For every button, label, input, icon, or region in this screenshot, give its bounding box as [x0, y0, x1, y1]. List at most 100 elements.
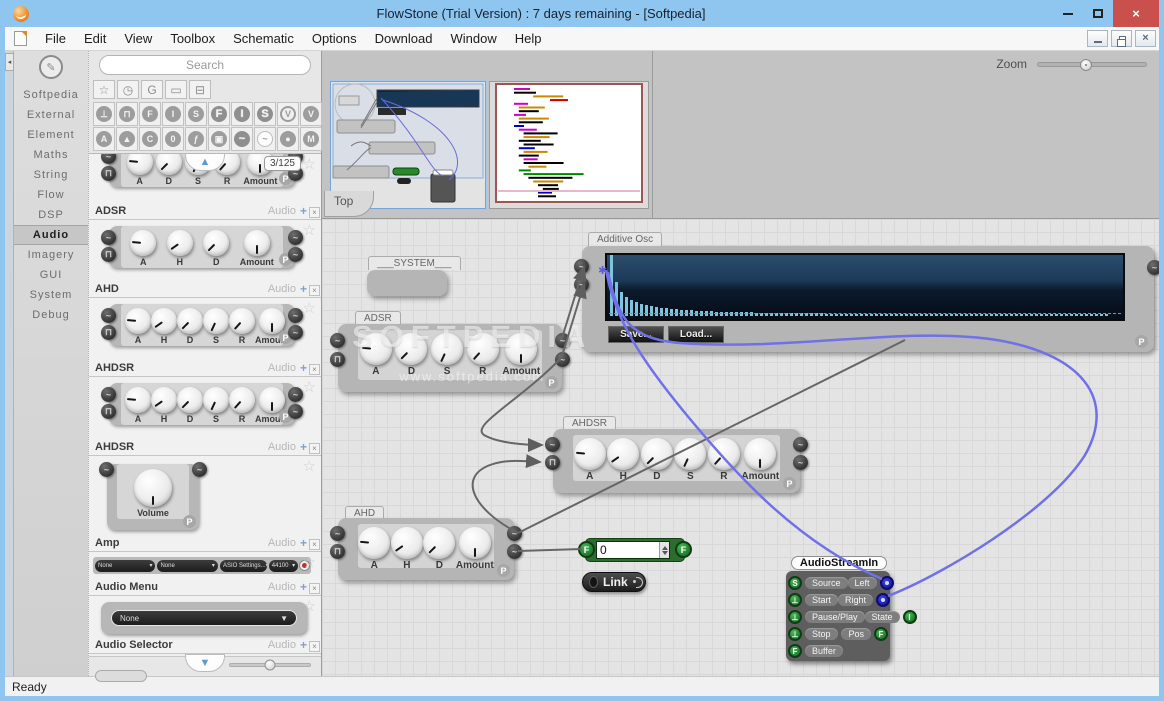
trigger-icon[interactable]: ⊥	[93, 102, 115, 126]
float-value-box[interactable]: F 0 F	[585, 538, 685, 562]
module-icon[interactable]: ▭	[165, 80, 187, 99]
wave-output-icon[interactable]: ~	[1147, 260, 1159, 275]
favourite-star-icon[interactable]: ☆	[303, 299, 316, 317]
close-button[interactable]: ×	[1113, 0, 1159, 27]
maximize-button[interactable]	[1083, 3, 1113, 24]
s-knob[interactable]	[431, 333, 463, 365]
h-knob[interactable]	[167, 230, 193, 256]
wave-selected-icon[interactable]: ~	[254, 127, 276, 151]
search-input[interactable]	[99, 55, 311, 75]
a-knob[interactable]	[130, 230, 156, 256]
wave-output-icon[interactable]: ~	[793, 437, 808, 452]
minimize-button[interactable]	[1053, 3, 1083, 24]
add-component-icon[interactable]: +	[300, 580, 307, 594]
wave-output-icon[interactable]: ~	[555, 352, 570, 367]
audiostreamin-title[interactable]: AudioStreamIn	[791, 556, 887, 570]
zoom-slider-thumb[interactable]	[1080, 59, 1092, 71]
menu-download[interactable]: Download	[366, 28, 442, 49]
a-knob[interactable]	[125, 387, 151, 413]
menu-window[interactable]: Window	[441, 28, 505, 49]
properties-badge[interactable]: P	[497, 564, 510, 577]
menu-schematic[interactable]: Schematic	[224, 28, 303, 49]
properties-badge[interactable]: P	[545, 376, 558, 389]
adsr-module-title[interactable]: ADSR	[355, 311, 401, 325]
amount-knob[interactable]	[259, 308, 285, 334]
amount-knob[interactable]	[744, 438, 776, 470]
wave-input-icon[interactable]: ~	[574, 259, 589, 274]
a-knob[interactable]	[127, 154, 153, 175]
sidebar-item-imagery[interactable]: Imagery	[14, 245, 88, 265]
pulse-input-icon[interactable]: ⊓	[545, 455, 560, 470]
source-input-icon[interactable]: S	[788, 576, 802, 590]
state-output-icon[interactable]: I	[903, 610, 917, 624]
add-component-icon[interactable]: +	[300, 204, 307, 218]
favourite-star-icon[interactable]: ☆	[303, 553, 316, 571]
remove-item-icon[interactable]: ×	[309, 539, 320, 550]
d-knob[interactable]	[641, 438, 673, 470]
r-knob[interactable]	[708, 438, 740, 470]
d-knob[interactable]	[177, 308, 203, 334]
right-output-icon[interactable]	[876, 593, 890, 607]
ahd-module[interactable]: ~ ⊓ ~ ~ AHDAmount P	[338, 518, 514, 580]
save-button[interactable]: Save...	[608, 326, 664, 343]
pauseplay-input-icon[interactable]: ⊥	[788, 610, 802, 624]
d-knob[interactable]	[395, 333, 427, 365]
wave-input-icon[interactable]: ~	[545, 437, 560, 452]
int-icon[interactable]: I	[162, 102, 184, 126]
view-icon[interactable]: V	[277, 102, 299, 126]
sidebar-item-element[interactable]: Element	[14, 125, 88, 145]
favourite-star-icon[interactable]: ☆	[303, 378, 316, 396]
float-output-icon[interactable]: F	[675, 541, 692, 558]
sidebar-item-gui[interactable]: GUI	[14, 265, 88, 285]
favourite-star-icon[interactable]: ☆	[303, 457, 316, 475]
pos-output-icon[interactable]: F	[874, 627, 888, 641]
wave-output-icon[interactable]: ~	[555, 333, 570, 348]
int-array-icon[interactable]: I	[231, 102, 253, 126]
edit-pencil-icon[interactable]: ✎	[39, 55, 63, 79]
zoom-slider[interactable]	[1037, 62, 1147, 67]
view-alt-icon[interactable]: V	[300, 102, 322, 126]
load-button[interactable]: Load...	[668, 326, 724, 343]
wave-input-icon[interactable]: ~	[330, 333, 345, 348]
float-icon[interactable]: F	[139, 102, 161, 126]
preview-size-slider[interactable]	[229, 663, 311, 667]
string-icon[interactable]: S	[185, 102, 207, 126]
r-knob[interactable]	[229, 308, 255, 334]
add-component-icon[interactable]: +	[300, 638, 307, 652]
schematic-tab-top[interactable]: Top	[324, 191, 374, 217]
navigator-thumbnail-code[interactable]	[489, 81, 649, 209]
string-array-icon[interactable]: S	[254, 102, 276, 126]
sidebar-item-system[interactable]: System	[14, 285, 88, 305]
buffer-input-icon[interactable]: F	[788, 644, 802, 658]
component-item-audio-selector[interactable]: ☆None▼Audio SelectorAudio+×	[89, 596, 321, 654]
d-knob[interactable]	[203, 230, 229, 256]
ahdsr-module-title[interactable]: AHDSR	[563, 416, 616, 430]
scroll-down-button[interactable]: ▼	[185, 654, 225, 672]
remove-item-icon[interactable]: ×	[309, 285, 320, 296]
pulse-input-icon[interactable]: ⊓	[330, 544, 345, 559]
pulse-input-icon[interactable]: ⊓	[330, 352, 345, 367]
recent-icon[interactable]: ◷	[117, 80, 139, 99]
system-module-title[interactable]: ___SYSTEM___	[368, 256, 461, 270]
remove-item-icon[interactable]: ×	[309, 443, 320, 454]
float-value[interactable]: 0	[600, 543, 607, 557]
remove-item-icon[interactable]: ×	[309, 207, 320, 218]
remove-item-icon[interactable]: ×	[309, 364, 320, 375]
menu-toolbox[interactable]: Toolbox	[161, 28, 224, 49]
component-item-ahd[interactable]: ☆~⊓~~AHDAmountPAHDAudio+×	[89, 220, 321, 298]
r-knob[interactable]	[467, 333, 499, 365]
sidebar-item-audio[interactable]: Audio	[14, 225, 88, 245]
bullet-icon[interactable]: ●	[277, 127, 299, 151]
link-button[interactable]: Link	[582, 572, 646, 592]
navigator-thumbnail-schematic[interactable]	[330, 81, 486, 209]
favourite-star-icon[interactable]: ☆	[303, 155, 316, 173]
menu-options[interactable]: Options	[303, 28, 366, 49]
harmonics-display[interactable]	[605, 253, 1125, 321]
additive-osc-module-title[interactable]: Additive Osc	[588, 232, 662, 246]
additive-osc-module[interactable]: ~ ~ ~ ✱ Save... Load... P	[582, 246, 1154, 352]
wave-input-icon[interactable]: ~	[330, 526, 345, 541]
properties-badge[interactable]: P	[783, 477, 796, 490]
wave-output-icon[interactable]: ~	[793, 455, 808, 470]
float-input-icon[interactable]: F	[578, 541, 595, 558]
stop-input-icon[interactable]: ⊥	[788, 627, 802, 641]
